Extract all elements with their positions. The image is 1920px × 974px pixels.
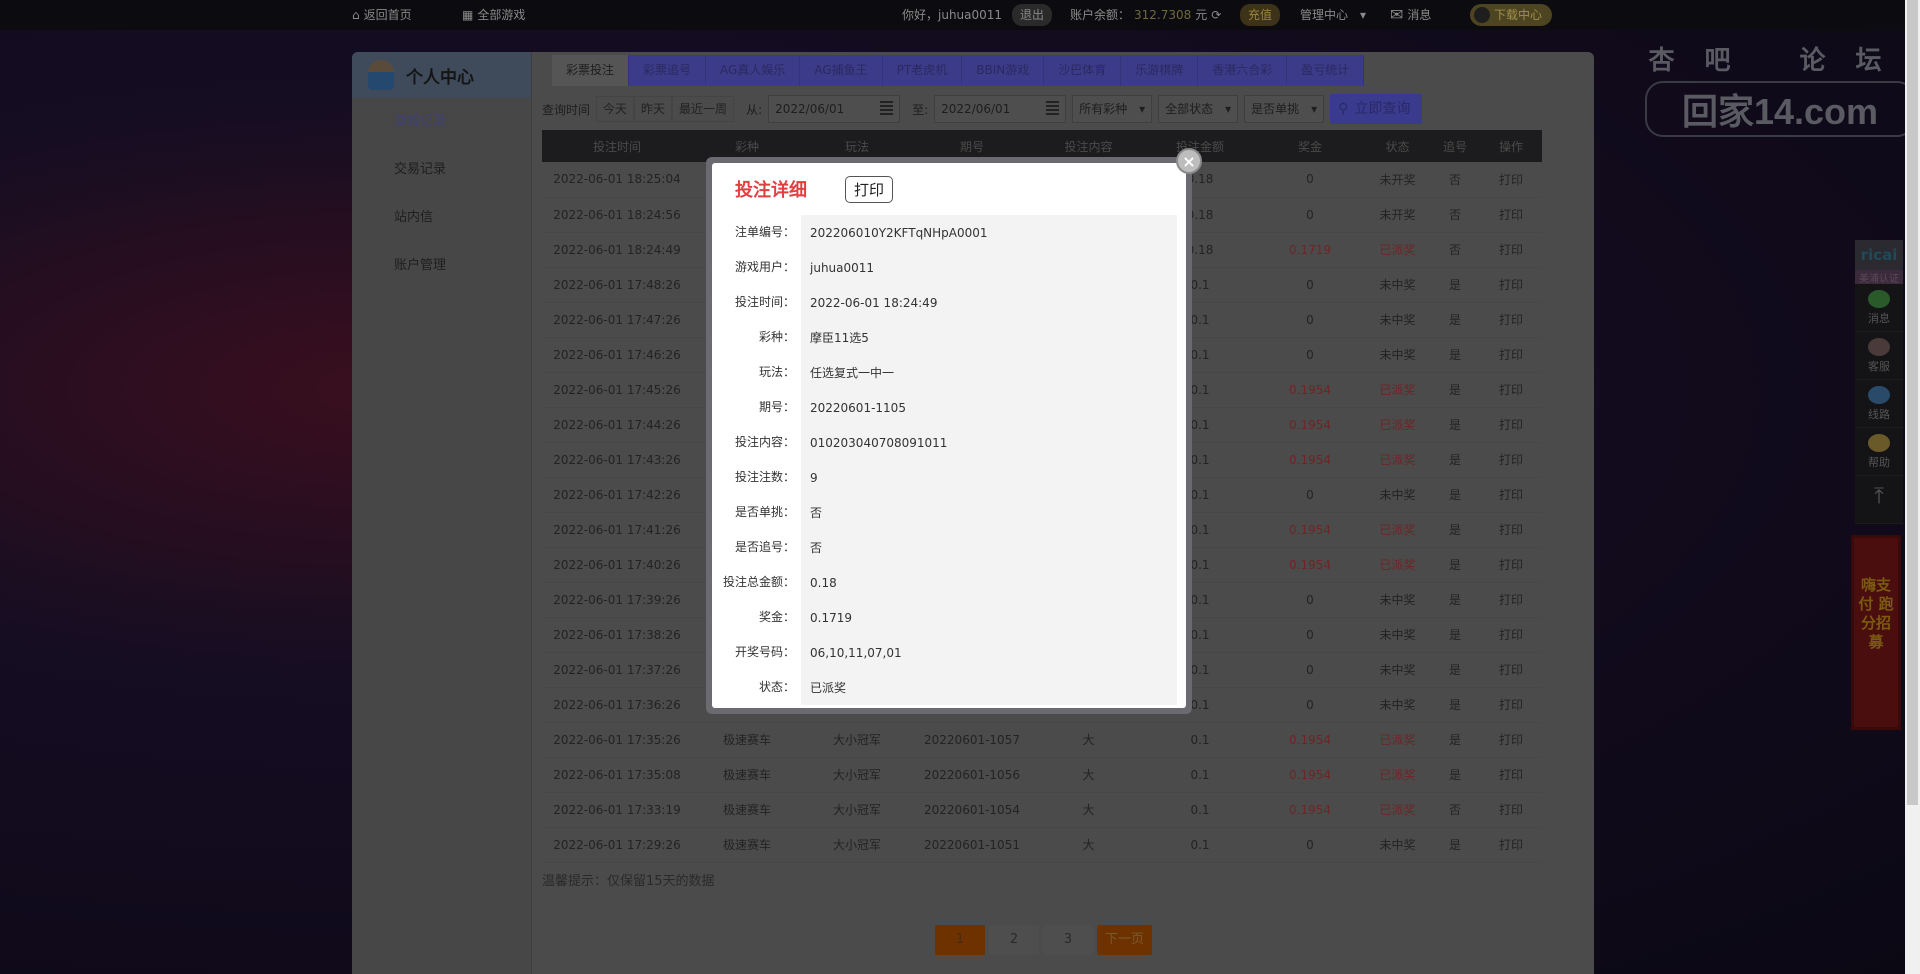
modal-title: 投注详细	[735, 180, 807, 201]
detail-value: 9	[810, 470, 818, 485]
detail-label: 是否追号：	[721, 530, 801, 565]
detail-list: 注单编号： 202206010Y2KFTqNHpA0001 游戏用户： juhua00…	[721, 215, 1177, 705]
detail-row: 彩种： 摩臣11选5	[721, 320, 1177, 355]
detail-label: 注单编号：	[721, 215, 801, 250]
detail-row: 注单编号： 202206010Y2KFTqNHpA0001	[721, 215, 1177, 250]
detail-label: 玩法：	[721, 355, 801, 390]
detail-row: 游戏用户： juhua0011	[721, 250, 1177, 285]
detail-value: juhua0011	[810, 260, 875, 275]
scrollbar[interactable]	[1905, 0, 1920, 974]
detail-value: 202206010Y2KFTqNHpA0001	[810, 225, 988, 240]
detail-value: 已派奖	[810, 681, 847, 695]
print-button[interactable]: 打印	[845, 175, 894, 203]
detail-row: 是否单挑： 否	[721, 495, 1177, 530]
detail-value: 2022-06-01 18:24:49	[810, 295, 938, 310]
detail-row: 投注内容： 010203040708091011	[721, 425, 1177, 460]
detail-label: 投注时间：	[721, 285, 801, 320]
detail-row: 期号： 20220601-1105	[721, 390, 1177, 425]
detail-label: 投注总金额：	[721, 565, 801, 600]
detail-value: 010203040708091011	[810, 435, 948, 450]
close-icon[interactable]: ×	[1176, 148, 1202, 174]
detail-label: 投注注数：	[721, 460, 801, 495]
detail-value: 0.18	[810, 575, 837, 590]
detail-label: 开奖号码：	[721, 635, 801, 670]
bet-detail-modal: 投注详细 打印 注单编号： 202206010Y2KFTqNHpA0001 游戏用户：…	[706, 157, 1192, 714]
detail-value: 0.1719	[810, 610, 852, 625]
detail-row: 投注注数： 9	[721, 460, 1177, 495]
detail-row: 玩法： 任选复式一中一	[721, 355, 1177, 390]
detail-row: 奖金： 0.1719	[721, 600, 1177, 635]
detail-row: 开奖号码： 06,10,11,07,01	[721, 635, 1177, 670]
detail-value: 摩臣11选5	[810, 331, 869, 345]
scrollbar-thumb[interactable]	[1907, 0, 1918, 805]
detail-label: 奖金：	[721, 600, 801, 635]
detail-value: 06,10,11,07,01	[810, 645, 902, 660]
detail-row: 状态： 已派奖	[721, 670, 1177, 705]
detail-label: 状态：	[721, 670, 801, 705]
detail-row: 是否追号： 否	[721, 530, 1177, 565]
detail-label: 投注内容：	[721, 425, 801, 460]
detail-label: 是否单挑：	[721, 495, 801, 530]
detail-label: 游戏用户：	[721, 250, 801, 285]
detail-row: 投注总金额： 0.18	[721, 565, 1177, 600]
detail-value: 否	[810, 541, 823, 555]
detail-row: 投注时间： 2022-06-01 18:24:49	[721, 285, 1177, 320]
detail-value: 否	[810, 506, 823, 520]
detail-label: 彩种：	[721, 320, 801, 355]
detail-value: 20220601-1105	[810, 400, 906, 415]
detail-value: 任选复式一中一	[810, 366, 895, 380]
detail-label: 期号：	[721, 390, 801, 425]
